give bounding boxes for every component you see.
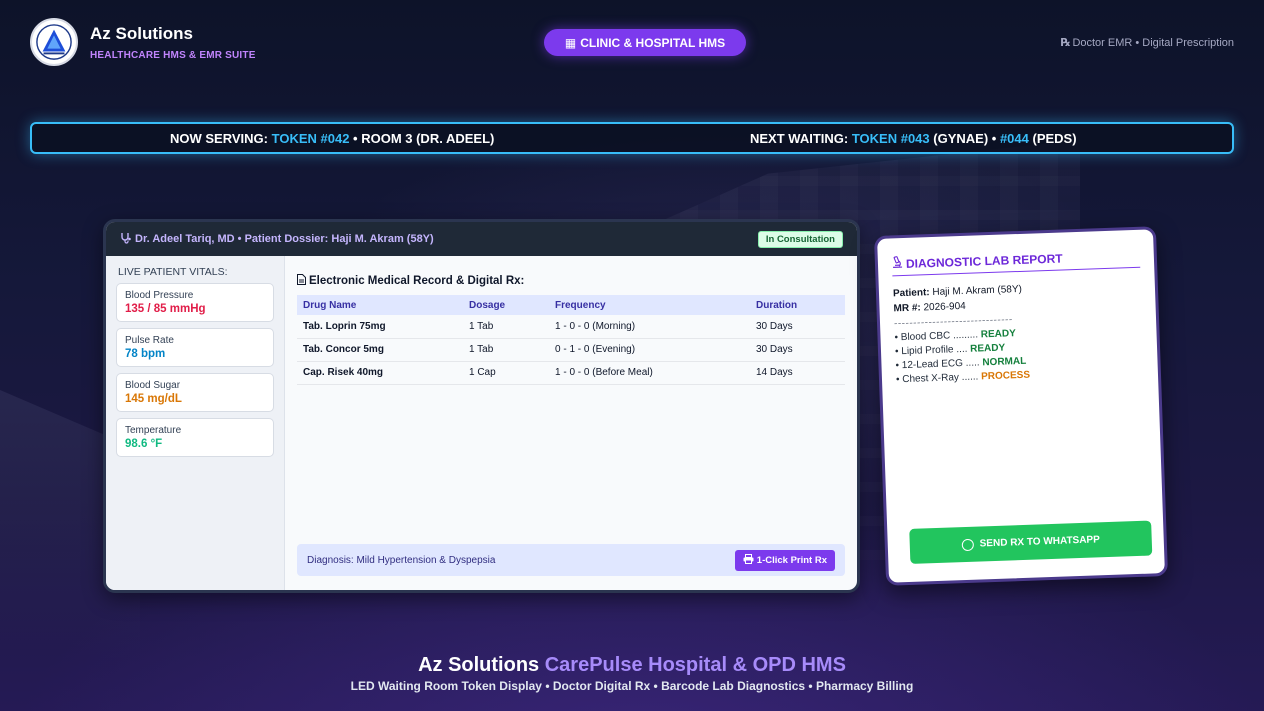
printer-icon xyxy=(743,553,754,567)
diagnosis-text: Diagnosis: Mild Hypertension & Dyspepsia xyxy=(307,554,496,566)
cell-duration: 30 Days xyxy=(750,338,845,362)
status-badge: In Consultation xyxy=(757,230,843,248)
lab-report-title: DIAGNOSTIC LAB REPORT xyxy=(905,250,1063,271)
cell-dosage: 1 Cap xyxy=(463,361,549,385)
brand-block: Az Solutions HEALTHCARE HMS & EMR SUITE xyxy=(30,18,256,66)
col-drug-name: Drug Name xyxy=(297,295,463,315)
now-serving-room: • ROOM 3 (DR. ADEEL) xyxy=(353,131,495,146)
brand-name: Az Solutions xyxy=(90,23,193,43)
top-right-caption: ℞ Doctor EMR • Digital Prescription xyxy=(1060,36,1234,50)
table-row[interactable]: Tab. Concor 5mg 1 Tab 0 - 1 - 0 (Evening… xyxy=(297,338,845,362)
table-row[interactable]: Cap. Risek 40mg 1 Cap 1 - 0 - 0 (Before … xyxy=(297,361,845,385)
token-display-bar: NOW SERVING: TOKEN #042 • ROOM 3 (DR. AD… xyxy=(30,122,1234,154)
lab-test-name: • Chest X-Ray ...... xyxy=(895,371,979,386)
now-serving-label: NOW SERVING: xyxy=(170,131,268,146)
send-to-whatsapp-button[interactable]: SEND RX TO WHATSAPP xyxy=(909,520,1153,564)
col-dosage: Dosage xyxy=(463,295,549,315)
rx-icon: ℞ xyxy=(1060,37,1071,49)
lab-test-status: READY xyxy=(980,328,1016,341)
emr-header-title: Dr. Adeel Tariq, MD • Patient Dossier: H… xyxy=(135,233,434,245)
next-waiting: NEXT WAITING: TOKEN #043 (GYNAE) • #044 … xyxy=(750,131,1077,146)
vital-value: 78 bpm xyxy=(125,348,166,360)
lab-patient-value: Haji M. Akram (58Y) xyxy=(932,283,1023,299)
whatsapp-button-label: SEND RX TO WHATSAPP xyxy=(979,534,1101,550)
cell-dosage: 1 Tab xyxy=(463,315,549,339)
whatsapp-icon xyxy=(961,538,974,551)
vital-card-blood-pressure: Blood Pressure 135 / 85 mmHg xyxy=(116,283,274,322)
footer-title-accent: CarePulse Hospital & OPD HMS xyxy=(544,654,846,676)
table-row[interactable]: Tab. Loprin 75mg 1 Tab 1 - 0 - 0 (Mornin… xyxy=(297,315,845,339)
vitals-panel: LIVE PATIENT VITALS: Blood Pressure 135 … xyxy=(106,256,285,590)
prescription-table: Drug Name Dosage Frequency Duration Tab.… xyxy=(297,295,845,385)
col-duration: Duration xyxy=(750,295,845,315)
cell-frequency: 1 - 0 - 0 (Before Meal) xyxy=(549,361,750,385)
lab-mr-label: MR #: xyxy=(893,302,921,315)
next-token-2: #044 xyxy=(999,131,1029,146)
cell-dosage: 1 Tab xyxy=(463,338,549,362)
prescription-area: Electronic Medical Record & Digital Rx: … xyxy=(285,256,857,590)
clinic-hms-label: CLINIC & HOSPITAL HMS xyxy=(580,35,726,50)
next-token-1: TOKEN #043 xyxy=(851,131,930,146)
lab-test-status: PROCESS xyxy=(980,369,1031,383)
now-serving: NOW SERVING: TOKEN #042 • ROOM 3 (DR. AD… xyxy=(170,131,494,146)
vital-label: Blood Pressure xyxy=(125,290,194,301)
cell-drug: Tab. Concor 5mg xyxy=(297,338,463,362)
lab-patient-label: Patient: xyxy=(892,287,930,300)
vital-value: 145 mg/dL xyxy=(125,393,182,405)
lab-test-status: NORMAL xyxy=(982,355,1027,369)
print-rx-button[interactable]: 1-Click Print Rx xyxy=(734,549,835,571)
document-icon xyxy=(297,274,306,288)
vital-label: Blood Sugar xyxy=(125,380,181,391)
hospital-icon: ▦ xyxy=(564,35,577,50)
vital-value: 135 / 85 mmHg xyxy=(125,303,206,315)
col-frequency: Frequency xyxy=(549,295,750,315)
vitals-title: LIVE PATIENT VITALS: xyxy=(118,266,228,278)
company-logo xyxy=(30,18,78,66)
vital-card-pulse-rate: Pulse Rate 78 bpm xyxy=(116,328,274,367)
cell-duration: 14 Days xyxy=(750,361,845,385)
lab-test-status: READY xyxy=(969,342,1006,355)
lab-test-name: • Lipid Profile .... xyxy=(894,343,968,358)
cell-drug: Tab. Loprin 75mg xyxy=(297,315,463,339)
clinic-hms-pill[interactable]: ▦ CLINIC & HOSPITAL HMS xyxy=(544,29,746,56)
lab-report-card: DIAGNOSTIC LAB REPORT Patient: Haji M. A… xyxy=(873,226,1169,586)
vital-label: Temperature xyxy=(125,425,182,436)
next-dept-1: (GYNAE) • xyxy=(933,131,997,146)
microscope-icon xyxy=(892,255,904,271)
next-dept-2: (PEDS) xyxy=(1032,131,1077,146)
next-waiting-label: NEXT WAITING: xyxy=(750,131,849,146)
lab-mr-value: 2026-904 xyxy=(923,300,966,314)
cell-duration: 30 Days xyxy=(750,315,845,339)
footer-title: Az Solutions CarePulse Hospital & OPD HM… xyxy=(0,654,1264,677)
vital-value: 98.6 °F xyxy=(125,438,163,450)
table-header-row: Drug Name Dosage Frequency Duration xyxy=(297,295,845,315)
stethoscope-icon xyxy=(120,232,132,247)
brand-tagline: HEALTHCARE HMS & EMR SUITE xyxy=(90,49,256,61)
rx-section-title: Electronic Medical Record & Digital Rx: xyxy=(309,275,525,287)
top-right-text: Doctor EMR • Digital Prescription xyxy=(1072,36,1234,49)
now-serving-token: TOKEN #042 xyxy=(271,131,350,146)
logo-emblem-icon xyxy=(36,24,72,60)
footer-subtitle: LED Waiting Room Token Display • Doctor … xyxy=(350,679,914,693)
print-rx-label: 1-Click Print Rx xyxy=(756,554,827,566)
vital-label: Pulse Rate xyxy=(125,335,174,346)
cell-frequency: 1 - 0 - 0 (Morning) xyxy=(549,315,750,339)
footer-title-main: Az Solutions xyxy=(418,654,540,676)
diagnosis-bar: Diagnosis: Mild Hypertension & Dyspepsia… xyxy=(297,544,845,576)
emr-window: Dr. Adeel Tariq, MD • Patient Dossier: H… xyxy=(103,219,860,593)
cell-frequency: 0 - 1 - 0 (Evening) xyxy=(549,338,750,362)
lab-test-name: • 12-Lead ECG ..... xyxy=(895,357,980,372)
cell-drug: Cap. Risek 40mg xyxy=(297,361,463,385)
lab-divider: ------------------------------- xyxy=(893,314,1013,330)
emr-header: Dr. Adeel Tariq, MD • Patient Dossier: H… xyxy=(106,222,857,256)
lab-test-name: • Blood CBC ......... xyxy=(894,329,979,344)
vital-card-blood-sugar: Blood Sugar 145 mg/dL xyxy=(116,373,274,412)
vital-card-temperature: Temperature 98.6 °F xyxy=(116,418,274,457)
